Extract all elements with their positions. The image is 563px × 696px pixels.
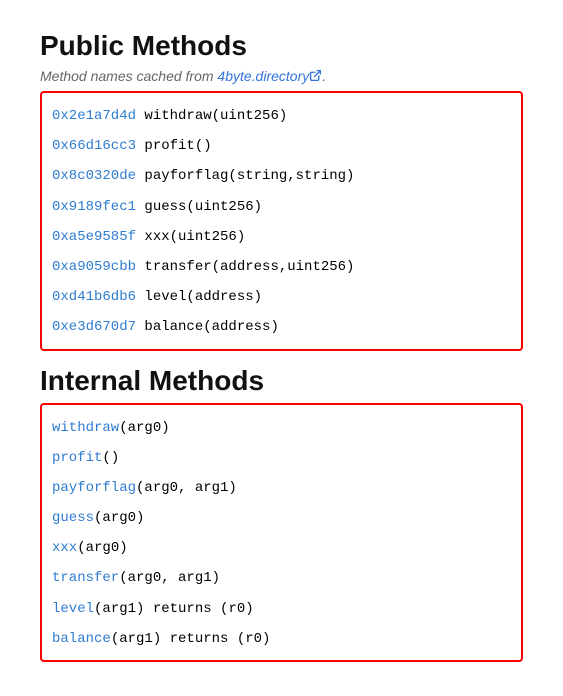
public-method-row: 0x9189fec1 guess(uint256) — [52, 192, 511, 222]
method-signature: payforflag(string,string) — [136, 168, 354, 184]
method-args: () — [102, 450, 119, 466]
method-name: xxx — [52, 540, 77, 556]
public-method-row: 0xa9059cbb transfer(address,uint256) — [52, 252, 511, 282]
method-signature: xxx(uint256) — [136, 229, 245, 245]
method-selector: 0x66d16cc3 — [52, 138, 136, 154]
method-signature: balance(address) — [136, 319, 279, 335]
caption-suffix: . — [322, 68, 326, 84]
method-args: (arg0) — [119, 420, 169, 436]
method-signature: transfer(address,uint256) — [136, 259, 354, 275]
internal-method-row: profit() — [52, 443, 511, 473]
internal-method-row: transfer(arg0, arg1) — [52, 563, 511, 593]
method-name: transfer — [52, 570, 119, 586]
public-method-row: 0xd41b6db6 level(address) — [52, 282, 511, 312]
method-args: (arg0) — [77, 540, 127, 556]
public-methods-box: 0x2e1a7d4d withdraw(uint256) 0x66d16cc3 … — [40, 91, 523, 351]
method-name: balance — [52, 631, 111, 647]
method-args: (arg0) — [94, 510, 144, 526]
method-selector: 0x9189fec1 — [52, 199, 136, 215]
public-methods-caption: Method names cached from 4byte.directory… — [40, 68, 523, 85]
method-selector: 0xd41b6db6 — [52, 289, 136, 305]
public-method-row: 0x66d16cc3 profit() — [52, 131, 511, 161]
internal-method-row: level(arg1) returns (r0) — [52, 594, 511, 624]
method-selector: 0x8c0320de — [52, 168, 136, 184]
external-link-icon — [309, 69, 322, 85]
method-name: withdraw — [52, 420, 119, 436]
method-selector: 0xa5e9585f — [52, 229, 136, 245]
internal-methods-heading: Internal Methods — [40, 365, 523, 397]
method-args: (arg0, arg1) — [136, 480, 237, 496]
method-selector: 0xe3d670d7 — [52, 319, 136, 335]
internal-method-row: withdraw(arg0) — [52, 413, 511, 443]
method-signature: guess(uint256) — [136, 199, 262, 215]
method-args: (arg1) returns (r0) — [111, 631, 271, 647]
internal-method-row: balance(arg1) returns (r0) — [52, 624, 511, 654]
method-args: (arg0, arg1) — [119, 570, 220, 586]
caption-prefix: Method names cached from — [40, 68, 217, 84]
public-method-row: 0x8c0320de payforflag(string,string) — [52, 161, 511, 191]
public-method-row: 0x2e1a7d4d withdraw(uint256) — [52, 101, 511, 131]
method-signature: level(address) — [136, 289, 262, 305]
method-selector: 0x2e1a7d4d — [52, 108, 136, 124]
method-name: level — [52, 601, 94, 617]
internal-method-row: payforflag(arg0, arg1) — [52, 473, 511, 503]
internal-methods-box: withdraw(arg0) profit() payforflag(arg0,… — [40, 403, 523, 663]
public-method-row: 0xe3d670d7 balance(address) — [52, 312, 511, 342]
method-name: payforflag — [52, 480, 136, 496]
public-method-row: 0xa5e9585f xxx(uint256) — [52, 222, 511, 252]
method-selector: 0xa9059cbb — [52, 259, 136, 275]
method-name: guess — [52, 510, 94, 526]
fourbyte-link[interactable]: 4byte.directory — [217, 68, 322, 84]
method-args: (arg1) returns (r0) — [94, 601, 254, 617]
method-signature: profit() — [136, 138, 212, 154]
method-name: profit — [52, 450, 102, 466]
internal-method-row: guess(arg0) — [52, 503, 511, 533]
method-signature: withdraw(uint256) — [136, 108, 287, 124]
internal-method-row: xxx(arg0) — [52, 533, 511, 563]
public-methods-heading: Public Methods — [40, 30, 523, 62]
